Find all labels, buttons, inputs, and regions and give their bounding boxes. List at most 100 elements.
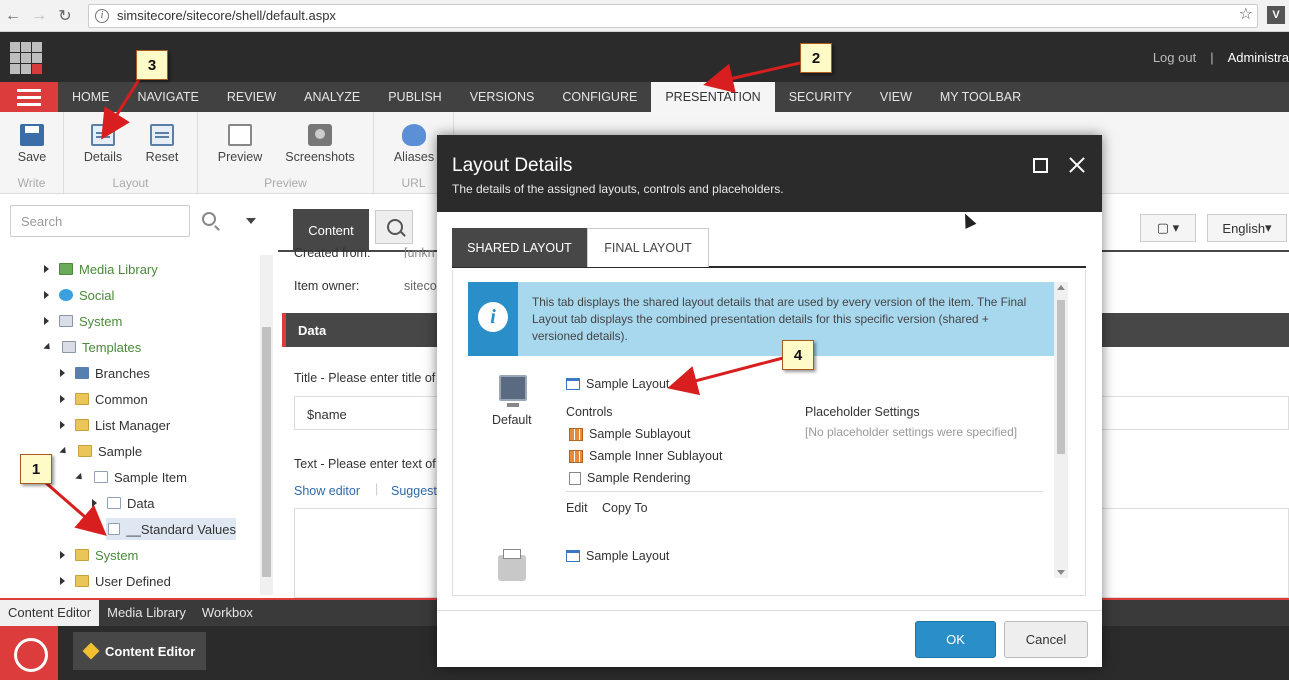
tree-item[interactable]: Branches	[60, 362, 150, 384]
taskbar-content-editor[interactable]: Content Editor	[73, 632, 206, 670]
maximize-icon[interactable]	[1033, 158, 1048, 173]
tree-item-selected[interactable]: __Standard Values	[106, 518, 236, 540]
ok-button[interactable]: OK	[915, 621, 996, 658]
show-editor-link[interactable]: Show editor	[294, 484, 360, 498]
tab-presentation[interactable]: PRESENTATION	[651, 82, 775, 112]
tree-item[interactable]: Templates	[43, 336, 141, 358]
expand-arrow-icon[interactable]	[44, 291, 49, 299]
tab-security[interactable]: SECURITY	[775, 82, 866, 112]
globe-icon	[59, 289, 73, 301]
tree-item[interactable]: Data	[92, 492, 154, 514]
search-icon[interactable]	[202, 212, 216, 226]
page-icon	[107, 497, 121, 509]
user-name[interactable]: Administra	[1228, 50, 1289, 65]
tab-workbox[interactable]: Workbox	[194, 600, 261, 626]
hamburger-menu-icon[interactable]	[0, 82, 58, 112]
tab-content-editor[interactable]: Content Editor	[0, 600, 100, 626]
scroll-thumb[interactable]	[1057, 300, 1065, 454]
collapse-arrow-icon[interactable]	[75, 472, 85, 482]
content-search-button[interactable]	[375, 210, 413, 244]
tree-item[interactable]: Sample Item	[75, 466, 187, 488]
control-entry[interactable]: Sample Sublayout	[569, 427, 690, 441]
tree-item-label: List Manager	[95, 417, 171, 433]
expand-arrow-icon[interactable]	[44, 265, 49, 273]
tab-content[interactable]: Content	[293, 209, 369, 251]
expand-arrow-icon[interactable]	[60, 395, 65, 403]
site-info-icon[interactable]: i	[95, 8, 109, 23]
language-select[interactable]: English ▾	[1207, 214, 1287, 242]
tree-item-label: Media Library	[79, 261, 158, 277]
screenshots-label: Screenshots	[285, 150, 355, 164]
info-icon: i	[478, 302, 508, 332]
control-entry[interactable]: Sample Rendering	[569, 471, 691, 485]
collapse-arrow-icon[interactable]	[59, 446, 69, 456]
tree-item[interactable]: User Defined	[60, 570, 171, 592]
collapse-arrow-icon[interactable]	[43, 342, 53, 352]
launchpad-icon[interactable]	[10, 42, 42, 74]
tree-item-label: Data	[127, 495, 155, 511]
details-button[interactable]: Details	[73, 124, 133, 164]
tab-configure[interactable]: CONFIGURE	[548, 82, 651, 112]
expand-arrow-icon[interactable]	[92, 499, 97, 507]
reload-icon[interactable]: ↻	[52, 3, 78, 29]
save-button[interactable]: Save	[2, 124, 62, 164]
edit-link[interactable]: Edit	[566, 501, 588, 515]
tree-item[interactable]: System	[60, 544, 138, 566]
scroll-up-icon[interactable]	[1057, 285, 1065, 290]
tab-my-toolbar[interactable]: MY TOOLBAR	[926, 82, 1035, 112]
tree-item-label: Sample Item	[114, 469, 187, 485]
extension-icon[interactable]: V	[1267, 6, 1285, 24]
tree-search-input[interactable]: Search	[10, 205, 190, 237]
preview-button[interactable]: Preview	[210, 124, 270, 164]
reset-button[interactable]: Reset	[132, 124, 192, 164]
tab-home[interactable]: HOME	[58, 82, 124, 112]
expand-arrow-icon[interactable]	[44, 317, 49, 325]
tab-navigate[interactable]: NAVIGATE	[124, 82, 213, 112]
tree-item[interactable]: List Manager	[60, 414, 170, 436]
tree-item[interactable]: Social	[44, 284, 114, 306]
scroll-down-icon[interactable]	[1057, 570, 1065, 575]
aliases-button[interactable]: Aliases	[384, 124, 444, 164]
screenshots-button[interactable]: Screenshots	[282, 124, 358, 164]
copy-to-link[interactable]: Copy To	[602, 501, 648, 515]
tab-view[interactable]: VIEW	[866, 82, 926, 112]
pencil-icon	[82, 642, 100, 660]
controls-label: Controls	[566, 405, 613, 419]
tree-scrollbar[interactable]	[260, 255, 273, 595]
layout-entry[interactable]: Sample Layout	[566, 549, 669, 563]
expand-arrow-icon[interactable]	[60, 369, 65, 377]
search-options-chevron-icon[interactable]	[246, 218, 256, 224]
suggest-link[interactable]: Suggest	[391, 484, 437, 498]
cancel-button[interactable]: Cancel	[1004, 621, 1088, 658]
tab-versions[interactable]: VERSIONS	[456, 82, 549, 112]
panel-scrollbar[interactable]	[1054, 282, 1068, 578]
details-icon	[91, 124, 115, 146]
tree-item[interactable]: Sample	[59, 440, 142, 462]
tree-item[interactable]: Media Library	[44, 258, 158, 280]
tree-item[interactable]: System	[44, 310, 122, 332]
tab-publish[interactable]: PUBLISH	[374, 82, 456, 112]
logout-link[interactable]: Log out	[1153, 50, 1196, 65]
control-name: Sample Sublayout	[589, 427, 691, 441]
tab-final-layout[interactable]: FINAL LAYOUT	[587, 228, 709, 267]
control-entry[interactable]: Sample Inner Sublayout	[569, 449, 722, 463]
tab-review[interactable]: REVIEW	[213, 82, 290, 112]
sitecore-logo-icon[interactable]	[0, 626, 58, 680]
callout-3: 3	[136, 50, 168, 80]
expand-arrow-icon[interactable]	[60, 577, 65, 585]
layout-entry[interactable]: Sample Layout	[566, 377, 669, 391]
tab-analyze[interactable]: ANALYZE	[290, 82, 374, 112]
back-arrow-icon[interactable]: ←	[0, 3, 26, 29]
tree-item[interactable]: Common	[60, 388, 148, 410]
expand-arrow-icon[interactable]	[60, 421, 65, 429]
address-bar[interactable]: i simsitecore/sitecore/shell/default.asp…	[88, 3, 1258, 28]
bookmark-star-icon[interactable]: ☆	[1239, 4, 1253, 24]
folder-icon	[75, 419, 89, 431]
field-options-button[interactable]: ▢ ▾	[1140, 214, 1196, 242]
tab-media-library[interactable]: Media Library	[99, 600, 194, 626]
tab-shared-layout[interactable]: SHARED LAYOUT	[452, 228, 587, 267]
expand-arrow-icon[interactable]	[60, 551, 65, 559]
tree-item-label: System	[79, 313, 123, 329]
forward-arrow-icon[interactable]: →	[26, 3, 52, 29]
close-icon[interactable]	[1067, 155, 1087, 175]
